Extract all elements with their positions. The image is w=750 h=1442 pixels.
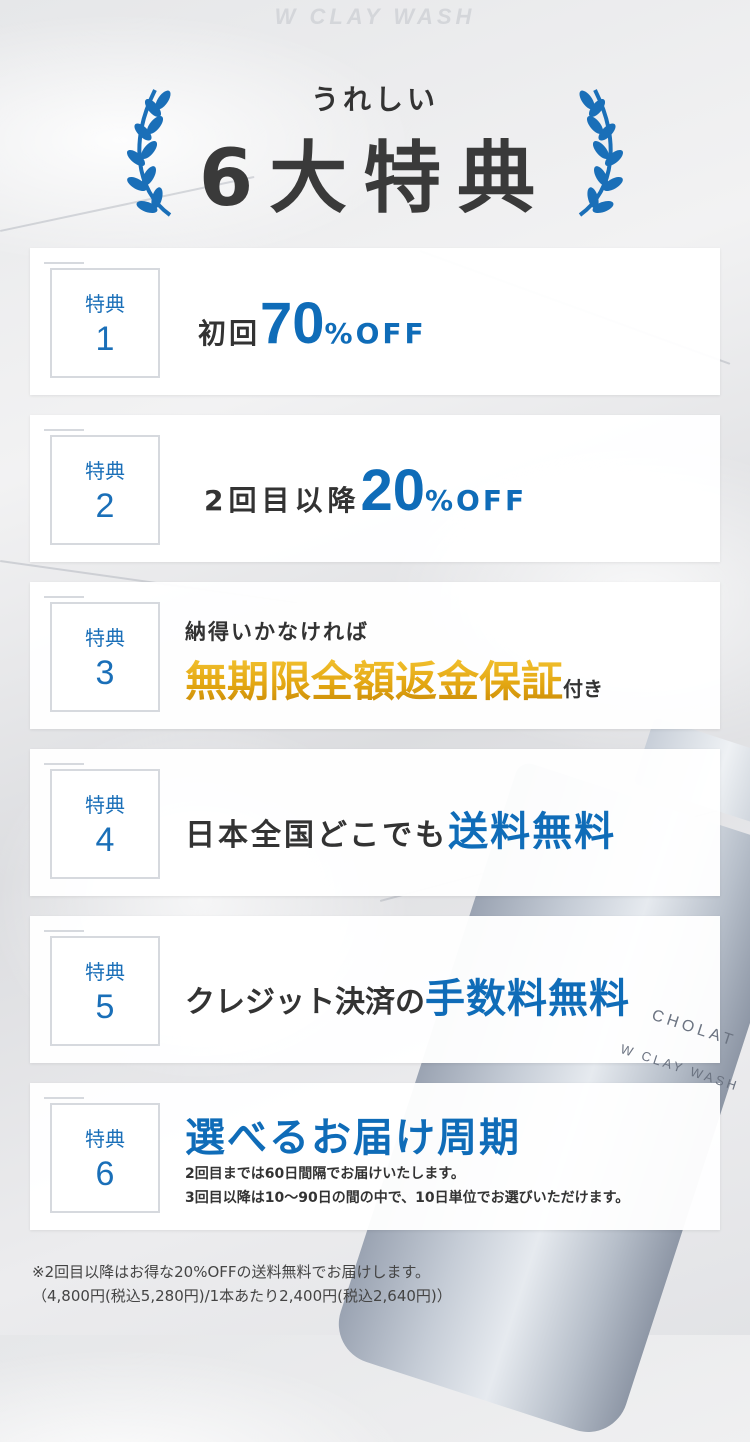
benefit-badge-number: 3 — [95, 654, 115, 692]
benefit-text: 日本全国どこでも送料無料 — [185, 799, 616, 857]
benefit-text: クレジット決済の手数料無料 — [185, 966, 630, 1024]
benefit-badge-label: 特典 — [85, 960, 125, 984]
benefit-highlight: 送料無料 — [448, 809, 617, 855]
hero-title: 6大特典 — [198, 134, 552, 224]
benefit-text: 2回目以降20%OFF — [204, 457, 527, 524]
benefit-badge: 特典 2 — [44, 429, 160, 545]
benefit-top-text: 納得いかなければ — [185, 620, 369, 644]
benefit-suffix: %OFF — [324, 317, 427, 350]
benefit-pre: 初回 — [198, 317, 261, 350]
benefit-highlight: 選べるお届け周期 — [185, 1115, 521, 1161]
benefit-card-4: 特典 4 日本全国どこでも送料無料 — [30, 749, 720, 896]
benefit-badge-number: 6 — [95, 1155, 115, 1193]
benefit-card-2: 特典 2 2回目以降20%OFF — [30, 415, 720, 562]
benefit-badge-number: 2 — [95, 487, 115, 525]
benefit-badge-label: 特典 — [85, 292, 125, 316]
benefit-pre: クレジット決済の — [185, 985, 425, 1020]
benefit-card-5: 特典 5 クレジット決済の手数料無料 — [30, 916, 720, 1063]
benefit-tail: 付き — [563, 677, 604, 701]
benefit-badge: 特典 6 — [44, 1097, 160, 1213]
benefit-big-number: 20 — [360, 458, 425, 523]
benefit-badge: 特典 3 — [44, 596, 160, 712]
benefit-card-3: 特典 3 納得いかなければ 無期限全額返金保証付き — [30, 582, 720, 729]
footnote-line-2: （4,800円(税込5,280円)/1本あたり2,400円(税込2,640円)） — [32, 1287, 452, 1305]
benefit-pre: 日本全国どこでも — [185, 818, 449, 853]
hero-subtitle: うれしい — [310, 83, 439, 116]
benefit-badge-label: 特典 — [85, 459, 125, 483]
benefit-highlight: 手数料無料 — [425, 976, 630, 1022]
benefit-text: 無期限全額返金保証付き — [185, 648, 603, 709]
benefit-text: 初回70%OFF — [198, 290, 427, 357]
benefit-highlight: 無期限全額返金保証 — [185, 657, 564, 706]
benefit-badge-number: 4 — [95, 821, 115, 859]
benefit-badge-number: 5 — [95, 988, 115, 1026]
benefit-detail-1: 2回目までは60日間隔でお届けいたします。 — [185, 1166, 465, 1182]
benefit-pre: 2回目以降 — [204, 484, 361, 517]
footnote: ※2回目以降はお得な20%OFFの送料無料でお届けします。 （4,800円(税込… — [32, 1260, 452, 1308]
benefit-badge: 特典 1 — [44, 262, 160, 378]
hero-section: うれしい 6大特典 — [0, 60, 750, 230]
benefit-badge-label: 特典 — [85, 1127, 125, 1151]
benefit-big-number: 70 — [260, 291, 325, 356]
brand-watermark: W CLAY WASH — [274, 4, 476, 29]
benefit-badge-label: 特典 — [85, 793, 125, 817]
benefit-badge: 特典 5 — [44, 930, 160, 1046]
benefit-detail-2: 3回目以降は10〜90日の間の中で、10日単位でお選びいただけます。 — [185, 1190, 630, 1206]
footnote-line-1: ※2回目以降はお得な20%OFFの送料無料でお届けします。 — [32, 1263, 431, 1281]
benefit-card-1: 特典 1 初回70%OFF — [30, 248, 720, 395]
benefit-badge-number: 1 — [95, 320, 115, 358]
benefit-badge-label: 特典 — [85, 626, 125, 650]
benefit-suffix: %OFF — [425, 484, 528, 517]
benefit-badge: 特典 4 — [44, 763, 160, 879]
benefit-card-6: 特典 6 選べるお届け周期 2回目までは60日間隔でお届けいたします。 3回目以… — [30, 1083, 720, 1230]
